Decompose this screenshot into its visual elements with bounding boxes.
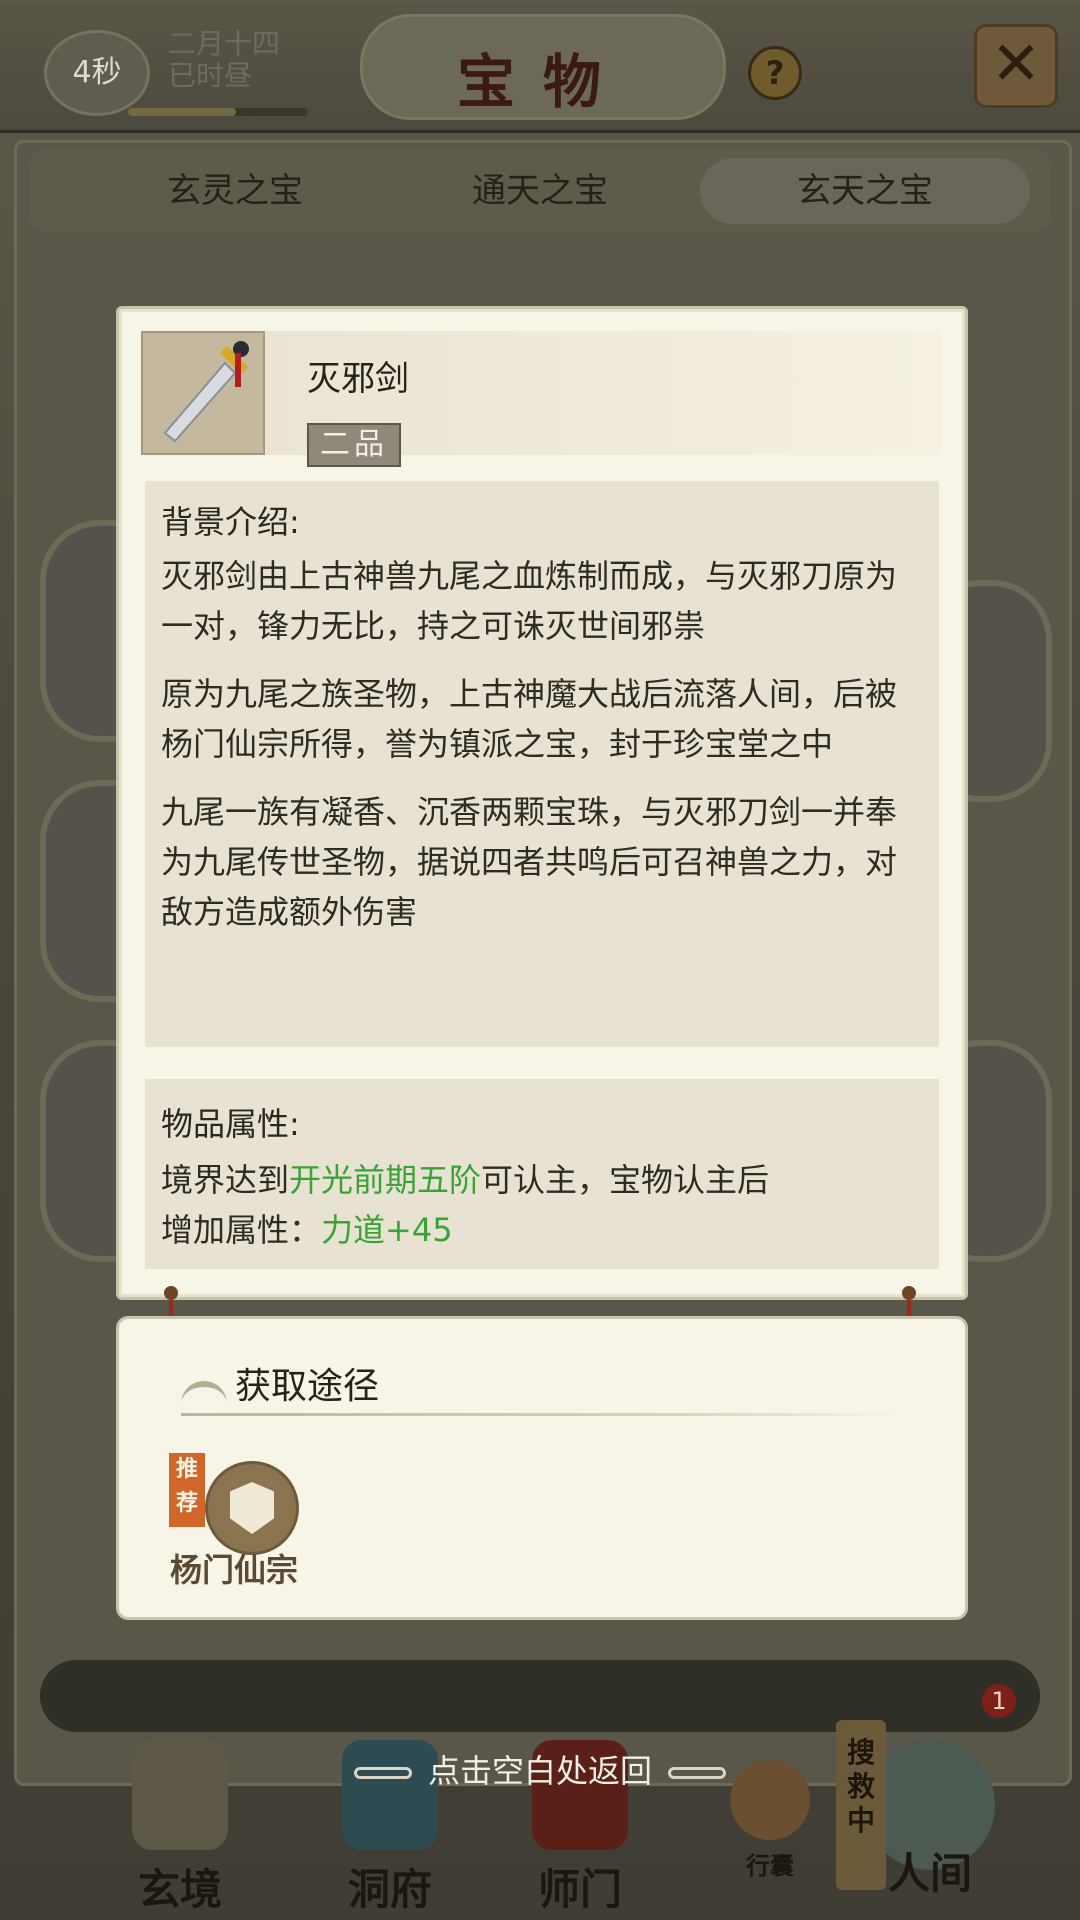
acquisition-card: 获取途径 推荐 杨门仙宗 <box>116 1316 968 1620</box>
background-paragraph: 灭邪剑由上古神兽九尾之血炼制而成，与灭邪刀原为一对，锋力无比，持之可诛灭世间邪祟 <box>161 557 898 645</box>
shield-icon <box>230 1482 274 1534</box>
attr-suffix: 可认主，宝物认主后 <box>481 1161 770 1199</box>
title-plate: 宝物 <box>360 14 726 120</box>
attributes-title: 物品属性: <box>161 1105 300 1143</box>
background-paragraph: 九尾一族有凝香、沉香两颗宝珠，与灭邪刀剑一并奉为九尾传世圣物，据说四者共鸣后可召… <box>161 793 898 931</box>
recommend-tag: 推荐 <box>169 1453 205 1527</box>
nav-strip <box>40 1660 1040 1732</box>
knot-icon <box>164 1286 178 1300</box>
background-title: 背景介绍: <box>161 503 300 541</box>
item-name: 灭邪剑 <box>307 359 409 399</box>
tab-xuantian[interactable]: 玄天之宝 <box>700 158 1030 224</box>
decor-left-icon <box>353 1767 412 1779</box>
grade-badge: 二品 <box>307 423 401 467</box>
close-icon: ✕ <box>990 29 1042 99</box>
attr-prefix: 境界达到 <box>161 1161 290 1199</box>
time-progress-fill <box>128 108 236 116</box>
background-section: 背景介绍: 灭邪剑由上古神兽九尾之血炼制而成，与灭邪刀原为一对，锋力无比，持之可… <box>145 481 939 1047</box>
background-paragraph: 原为九尾之族圣物，上古神魔大战后流落人间，后被杨门仙宗所得，誉为镇派之宝，封于珍… <box>161 675 898 763</box>
attr-realm: 开光前期五阶 <box>289 1161 482 1199</box>
attr-line2-prefix: 增加属性： <box>161 1211 322 1249</box>
attribute-bonus-line: 增加属性：力道+45 <box>161 1205 923 1255</box>
help-button[interactable]: ? <box>748 46 802 100</box>
nav-label: 玄境 <box>137 1865 222 1914</box>
attr-bonus: 力道+45 <box>321 1211 453 1249</box>
nav-label: 师门 <box>537 1865 622 1914</box>
cloud-icon <box>181 1381 227 1417</box>
date-day: 二月十四 <box>168 27 281 60</box>
game-date: 二月十四 已时昼 <box>168 28 280 92</box>
nav-label: 洞府 <box>347 1865 432 1914</box>
notification-badge: 1 <box>982 1684 1016 1718</box>
item-detail-card: 灭邪剑 二品 背景介绍: 灭邪剑由上古神兽九尾之血炼制而成，与灭邪刀原为一对，锋… <box>116 306 968 1300</box>
decor-right-icon <box>668 1767 726 1779</box>
source-label: 杨门仙宗 <box>169 1551 298 1589</box>
source-yangmen[interactable]: 推荐 杨门仙宗 <box>169 1453 299 1593</box>
timer-badge: 4秒 <box>44 30 150 116</box>
nav-label: 行囊 <box>746 1851 794 1880</box>
close-button[interactable]: ✕ <box>974 24 1058 108</box>
sect-emblem-icon <box>205 1461 299 1555</box>
page-title: 宝物 <box>456 48 629 116</box>
attribute-line: 境界达到开光前期五阶可认主，宝物认主后 <box>161 1155 923 1205</box>
knot-icon <box>902 1286 916 1300</box>
tab-xuanling[interactable]: 玄灵之宝 <box>70 150 400 232</box>
top-header: 4秒 二月十四 已时昼 宝物 ? ✕ <box>0 0 1080 133</box>
return-hint[interactable]: 点击空白处返回 <box>0 1746 1080 1792</box>
attributes-section: 物品属性: 境界达到开光前期五阶可认主，宝物认主后 增加属性：力道+45 <box>145 1079 939 1269</box>
sword-icon <box>141 331 265 455</box>
acquisition-title: 获取途径 <box>235 1366 380 1407</box>
time-progress-bar <box>128 108 308 116</box>
item-header: 灭邪剑 二品 <box>141 331 941 467</box>
tab-bar: 玄灵之宝 通天之宝 玄天之宝 <box>30 150 1050 232</box>
tab-tongtian[interactable]: 通天之宝 <box>375 150 705 232</box>
return-hint-text: 点击空白处返回 <box>427 1752 652 1790</box>
divider <box>181 1413 901 1416</box>
date-period: 已时昼 <box>168 59 253 92</box>
